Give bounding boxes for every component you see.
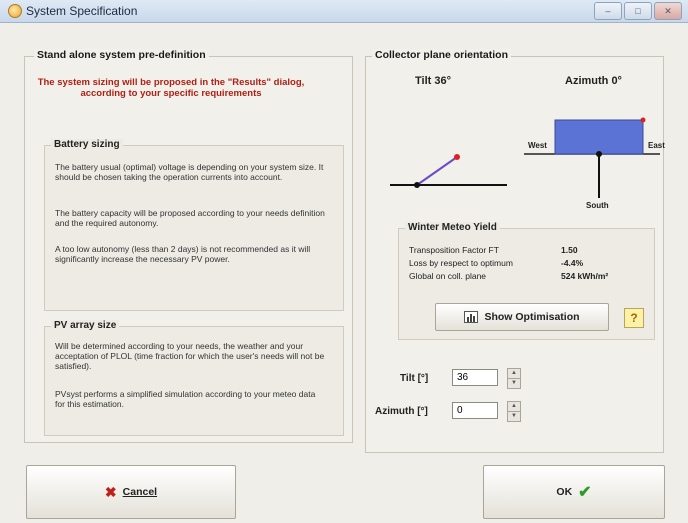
tilt-field-label: Tilt [°] [400, 373, 429, 384]
west-label: West [528, 141, 547, 150]
tilt-spinner[interactable]: ▲ ▼ [507, 368, 521, 389]
winter-yield-title: Winter Meteo Yield [405, 222, 500, 233]
chart-icon [464, 311, 479, 323]
azimuth-field-label: Azimuth [°] [375, 406, 428, 417]
cancel-x-icon: ✖ [104, 483, 117, 500]
app-icon [8, 4, 22, 18]
tilt-down-arrow-icon[interactable]: ▼ [508, 378, 520, 388]
sizing-note: The system sizing will be proposed in th… [37, 77, 305, 99]
battery-text-1: The battery usual (optimal) voltage is d… [55, 162, 324, 182]
ok-label: OK [556, 486, 573, 498]
global-value: 524 kWh/m² [561, 271, 609, 281]
pv-text-2: PVsyst performs a simplified simulation … [55, 389, 316, 409]
cancel-label: Cancel [122, 486, 158, 498]
maximize-button[interactable]: □ [624, 2, 652, 20]
south-label: South [586, 201, 609, 210]
minimize-button[interactable]: – [594, 2, 622, 20]
battery-sizing-group: Battery sizing The battery usual (optima… [44, 139, 344, 311]
tilt-input[interactable] [452, 369, 498, 386]
azimuth-spinner[interactable]: ▲ ▼ [507, 401, 521, 422]
loss-label: Loss by respect to optimum [409, 258, 513, 268]
pv-array-group: PV array size Will be determined accordi… [44, 320, 344, 436]
transposition-row: Transposition Factor FT 1.50 [409, 245, 649, 256]
help-button[interactable]: ? [624, 308, 644, 328]
pv-array-title: PV array size [51, 320, 120, 331]
battery-sizing-title: Battery sizing [51, 139, 123, 150]
loss-value: -4.4% [561, 258, 584, 268]
loss-row: Loss by respect to optimum -4.4% [409, 258, 649, 269]
azimuth-diagram [524, 117, 660, 198]
battery-text-3: A too low autonomy (less than 2 days) is… [55, 244, 311, 264]
show-optimisation-button[interactable]: Show Optimisation [435, 303, 609, 331]
azimuth-input[interactable] [452, 402, 498, 419]
azimuth-down-arrow-icon[interactable]: ▼ [508, 411, 520, 421]
left-panel-title: Stand alone system pre-definition [34, 49, 209, 61]
check-icon: ✔ [578, 484, 592, 501]
close-button[interactable]: ✕ [654, 2, 682, 20]
global-label: Global on coll. plane [409, 271, 487, 281]
tilt-up-arrow-icon[interactable]: ▲ [508, 369, 520, 378]
azimuth-up-arrow-icon[interactable]: ▲ [508, 402, 520, 411]
show-optimisation-label: Show Optimisation [484, 311, 580, 323]
battery-text-2: The battery capacity will be proposed ac… [55, 208, 325, 228]
tilt-caption: Tilt 36° [415, 75, 451, 87]
ok-button[interactable]: OK ✔ [483, 465, 665, 519]
azimuth-caption: Azimuth 0° [565, 75, 622, 87]
cancel-button[interactable]: ✖ Cancel [26, 465, 236, 519]
window-title: System Specification [26, 4, 138, 18]
tilt-diagram [390, 154, 507, 188]
transposition-value: 1.50 [561, 245, 578, 255]
global-row: Global on coll. plane 524 kWh/m² [409, 271, 649, 282]
pv-text-1: Will be determined according to your nee… [55, 341, 325, 371]
east-label: East [648, 141, 665, 150]
right-panel-title: Collector plane orientation [372, 49, 512, 61]
transposition-label: Transposition Factor FT [409, 245, 499, 255]
title-bar: System Specification – □ ✕ [0, 0, 688, 23]
